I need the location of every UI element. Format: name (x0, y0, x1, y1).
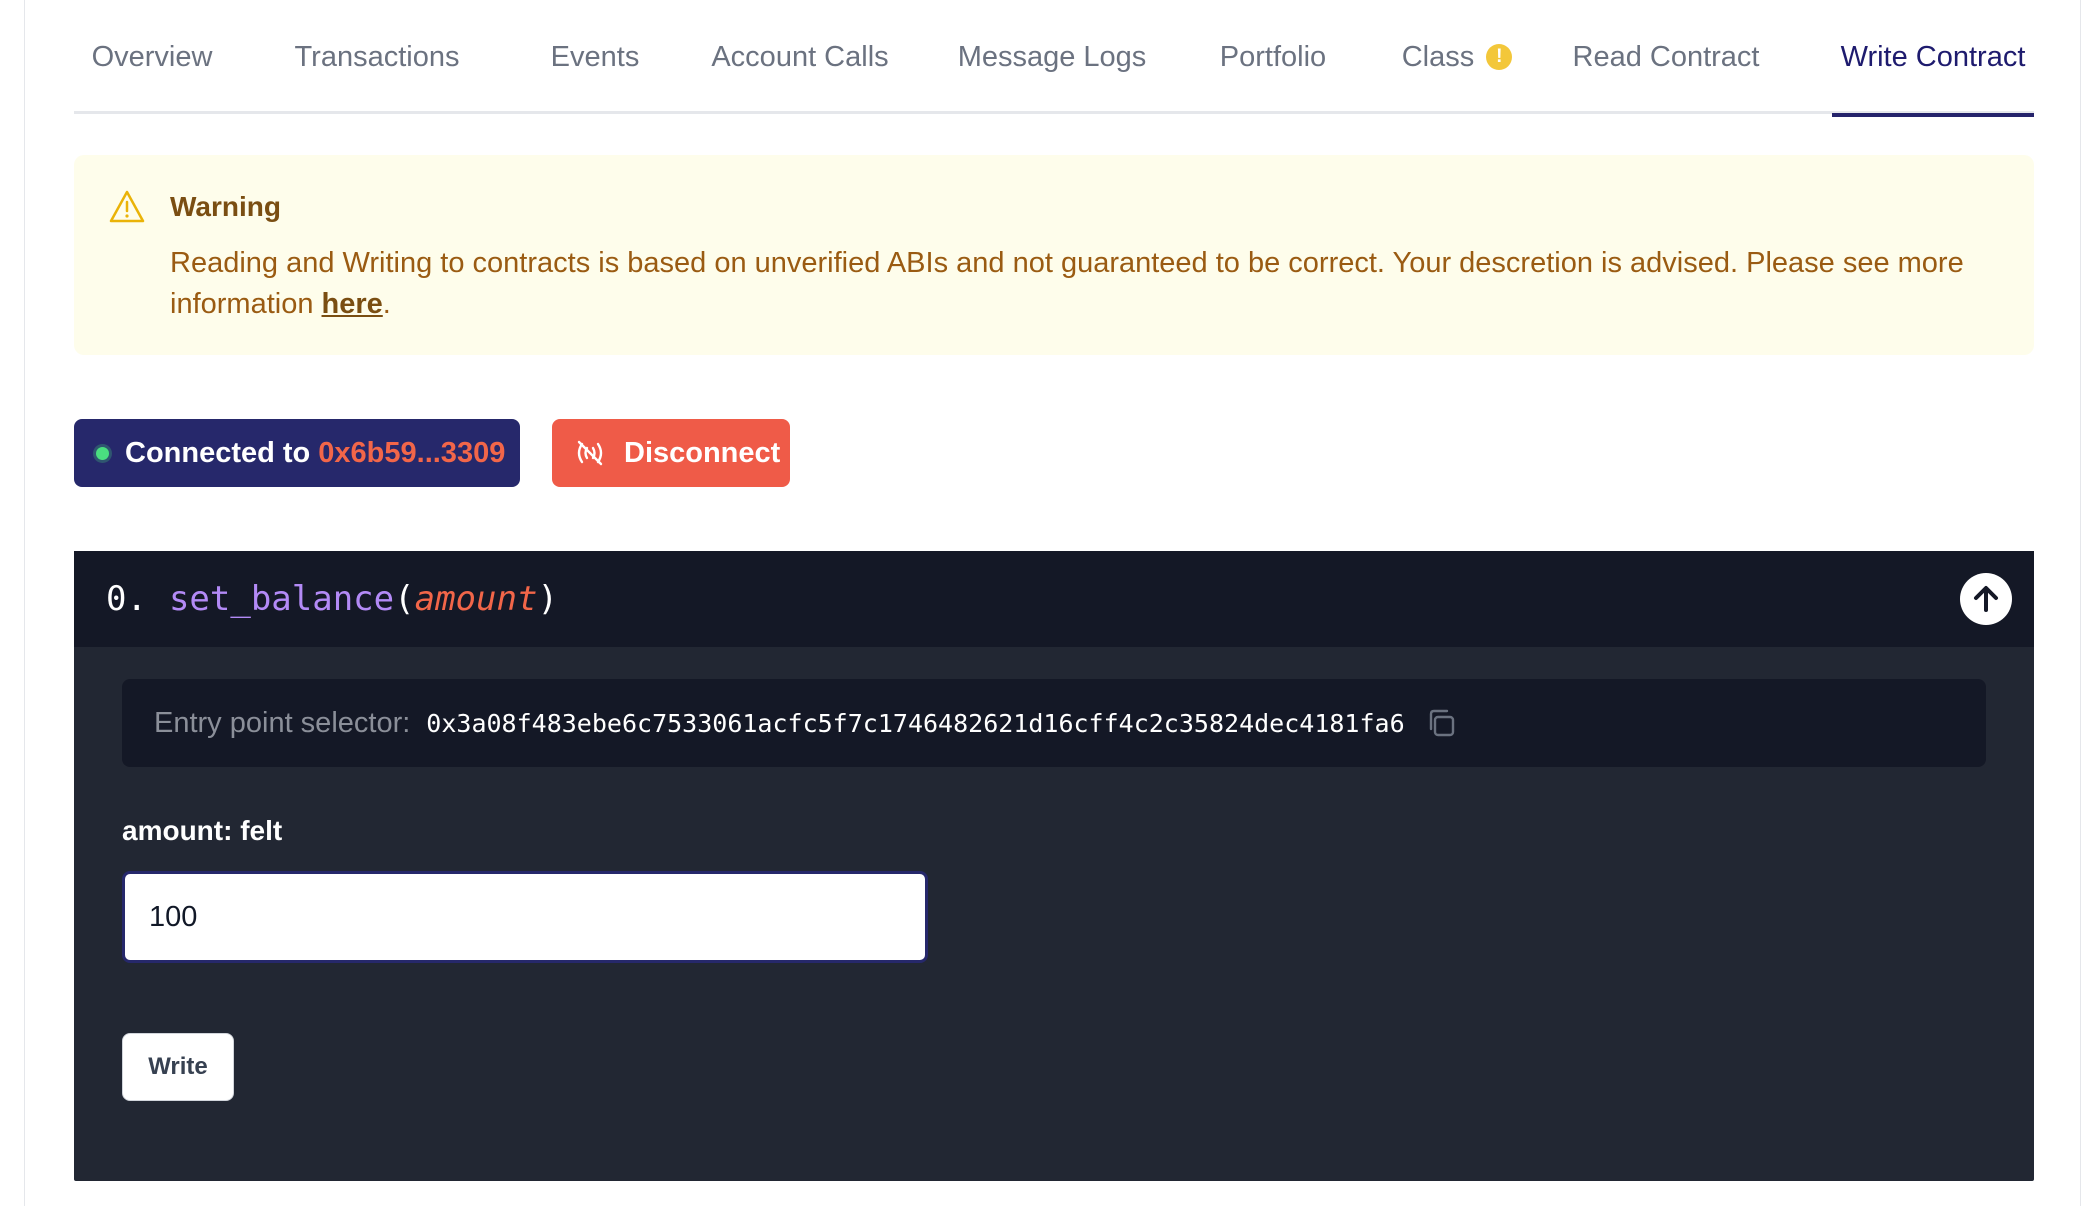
tab-label: Class (1401, 40, 1475, 73)
warning-text-end: . (382, 288, 391, 320)
warning-badge-icon: ! (1486, 44, 1513, 70)
tab-label: Transactions (294, 40, 460, 73)
warning-title: Warning (170, 191, 281, 222)
tab-label: Overview (91, 40, 213, 73)
tab-class[interactable]: Class! (1384, 0, 1530, 114)
tab-label: Events (550, 40, 640, 73)
selector-hash: 0x3a08f483ebe6c7533061acfc5f7c1746482621… (426, 708, 1405, 738)
param-label: amount: felt (122, 815, 283, 846)
tab-write-contract[interactable]: Write Contract (1832, 0, 2034, 117)
function-arg: amount (414, 579, 538, 619)
tab-overview[interactable]: Overview (82, 0, 222, 114)
wallet-address: 0x6b59...3309 (318, 436, 506, 469)
tab-transactions[interactable]: Transactions (270, 0, 484, 114)
connected-label: Connected to (125, 436, 311, 469)
tab-portfolio[interactable]: Portfolio (1196, 0, 1350, 114)
tab-message-logs[interactable]: Message Logs (944, 0, 1160, 114)
connected-wallet-badge[interactable]: Connected to 0x6b59...3309 (74, 419, 520, 487)
close-paren: ) (537, 579, 558, 619)
status-dot-icon (96, 446, 109, 460)
more-info-link[interactable]: here (322, 288, 383, 320)
tab-label: Message Logs (957, 40, 1147, 73)
tab-label: Write Contract (1840, 40, 2026, 73)
tab-account-calls[interactable]: Account Calls (690, 0, 910, 114)
open-paren: ( (394, 579, 415, 619)
tab-label: Portfolio (1219, 40, 1327, 73)
function-header[interactable]: 0. set_balance(amount) (74, 551, 2034, 647)
signal-off-icon (577, 440, 603, 466)
warning-message: Reading and Writing to contracts is base… (170, 243, 1970, 325)
collapse-button[interactable] (1960, 573, 2012, 625)
tab-label: Read Contract (1572, 40, 1760, 73)
content-border-right (2080, 0, 2081, 1206)
disconnect-button[interactable]: Disconnect (552, 419, 790, 487)
content-border-left (24, 0, 25, 1206)
tab-bar: Overview Transactions Events Account Cal… (74, 0, 2034, 117)
arrow-up-icon (1974, 586, 1998, 612)
tab-label: Account Calls (711, 40, 889, 73)
write-button[interactable]: Write (122, 1033, 234, 1101)
disconnect-label: Disconnect (624, 436, 781, 469)
tab-events[interactable]: Events (530, 0, 660, 114)
tab-read-contract[interactable]: Read Contract (1572, 0, 1760, 114)
warning-banner: Warning Reading and Writing to contracts… (74, 155, 2034, 355)
copy-icon[interactable] (1425, 707, 1457, 739)
function-index: 0. (106, 579, 147, 619)
amount-input[interactable] (122, 871, 928, 963)
entry-point-selector: Entry point selector: 0x3a08f483ebe6c753… (122, 679, 1986, 767)
function-panel: 0. set_balance(amount) Entry point selec… (74, 551, 2034, 1181)
function-name: set_balance (168, 579, 395, 619)
warning-text: Reading and Writing to contracts is base… (170, 247, 1964, 320)
selector-label: Entry point selector: (154, 706, 411, 739)
warning-triangle-icon (109, 190, 145, 223)
